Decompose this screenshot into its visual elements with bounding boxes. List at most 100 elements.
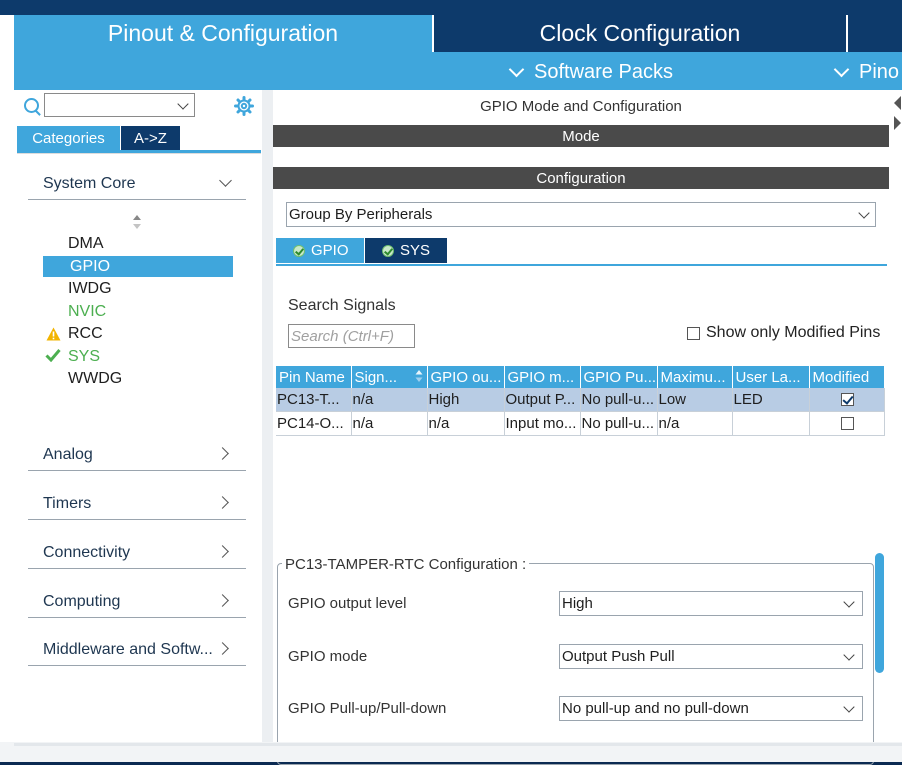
section-connectivity[interactable]: Connectivity (43, 544, 246, 562)
checkbox[interactable] (687, 326, 700, 340)
search-icon[interactable] (24, 98, 39, 113)
cell: Output P... (504, 388, 581, 412)
divider (28, 470, 246, 471)
cell: No pull-u... (580, 411, 658, 436)
peripheral-iwdg[interactable]: IWDG (68, 280, 112, 298)
chevron-down-icon (843, 596, 855, 608)
output-level-label: GPIO output level (288, 595, 407, 612)
peripheral-wwdg[interactable]: WWDG (68, 370, 122, 388)
section-timers[interactable]: Timers (43, 495, 246, 513)
tab-a-z[interactable]: A->Z (121, 126, 180, 150)
pinout-menu[interactable]: Pino (833, 61, 899, 84)
chevron-down-icon (843, 701, 855, 713)
modified-checkbox[interactable] (840, 393, 854, 406)
pin-config-title: PC13-TAMPER-RTC Configuration : (282, 556, 530, 573)
software-packs-menu[interactable]: Software Packs (508, 61, 673, 84)
col-user-label[interactable]: User La... (732, 366, 810, 388)
signals-table: Pin Name Sign... GPIO ou... GPIO m... GP… (276, 366, 885, 436)
tab-label: GPIO (311, 242, 349, 259)
divider (28, 199, 246, 200)
cell: n/a (351, 411, 428, 436)
tab-overflow[interactable] (848, 15, 902, 52)
splitter[interactable] (262, 90, 273, 742)
cell: Input mo... (504, 411, 581, 436)
categories-panel: Categories A->Z System Core DMA GPIO IWD… (14, 90, 262, 742)
cell: PC14-O... (276, 411, 352, 436)
group-by-select[interactable]: Group By Peripherals (286, 202, 876, 227)
output-level-select[interactable]: High (559, 591, 863, 616)
modified-checkbox[interactable] (840, 417, 854, 430)
chevron-down-icon (177, 98, 189, 110)
tab-gpio[interactable]: GPIO (276, 238, 364, 263)
chevron-down-icon (858, 207, 870, 219)
check-circle-icon (382, 244, 394, 257)
cell-modified (809, 411, 885, 436)
section-middleware[interactable]: Middleware and Softw... (43, 641, 246, 659)
horizontal-scrollbar[interactable] (14, 743, 902, 746)
section-analog[interactable]: Analog (43, 446, 246, 464)
configuration-bar[interactable]: Configuration (273, 167, 889, 189)
section-label: Middleware and Softw... (43, 641, 213, 658)
sub-menu-bar: Software Packs Pino (14, 52, 902, 90)
panel-title: GPIO Mode and Configuration (480, 98, 682, 115)
sort-icon (415, 370, 422, 382)
section-label: System Core (43, 175, 136, 192)
pull-select[interactable]: No pull-up and no pull-down (559, 696, 863, 721)
show-modified-toggle[interactable]: Show only Modified Pins (687, 324, 880, 342)
col-label: Sign... (354, 368, 398, 386)
section-system-core[interactable]: System Core (43, 175, 246, 193)
divider (28, 568, 246, 569)
section-label: Connectivity (43, 544, 131, 561)
search-signals-input[interactable]: Search (Ctrl+F) (288, 324, 415, 348)
peripheral-rcc[interactable]: RCC (68, 325, 103, 343)
mode-bar[interactable]: Mode (273, 125, 889, 147)
col-modified[interactable]: Modified (809, 366, 885, 388)
col-maximum[interactable]: Maximu... (657, 366, 733, 388)
peripheral-dma[interactable]: DMA (68, 235, 104, 253)
peripheral-nvic[interactable]: NVIC (68, 303, 106, 321)
gear-icon[interactable] (234, 96, 254, 116)
check-circle-icon (293, 244, 305, 257)
cell: n/a (351, 388, 428, 412)
cell: LED (732, 388, 810, 412)
section-label: Analog (43, 446, 93, 463)
tab-sys[interactable]: SYS (365, 238, 447, 263)
divider (28, 519, 246, 520)
tab-label: SYS (400, 242, 431, 259)
chevron-down-icon (833, 61, 850, 78)
software-packs-label: Software Packs (534, 61, 673, 83)
cell (732, 411, 810, 436)
tab-categories[interactable]: Categories (17, 126, 120, 150)
sort-icon[interactable] (132, 214, 142, 230)
table-row[interactable]: PC14-O... n/a n/a Input mo... No pull-u.… (276, 411, 885, 436)
section-label: Computing (43, 593, 121, 610)
col-gpio-pull[interactable]: GPIO Pu... (580, 366, 658, 388)
tab-underline (276, 264, 887, 266)
divider (28, 617, 246, 618)
panel-collapse-arrows-icon[interactable] (891, 94, 902, 134)
search-signals-label: Search Signals (288, 297, 396, 314)
tab-clock-configuration[interactable]: Clock Configuration (434, 15, 846, 52)
col-signal[interactable]: Sign... (351, 366, 428, 388)
tab-pinout-configuration[interactable]: Pinout & Configuration (14, 15, 432, 52)
table-row[interactable]: PC13-T... n/a High Output P... No pull-u… (276, 388, 885, 412)
section-label: Timers (43, 495, 92, 512)
section-computing[interactable]: Computing (43, 593, 246, 611)
scrollbar-thumb[interactable] (875, 553, 884, 673)
divider (28, 665, 246, 666)
check-icon (45, 349, 61, 362)
warning-icon (46, 327, 61, 341)
search-combo[interactable] (44, 93, 195, 117)
peripheral-sys[interactable]: SYS (68, 348, 100, 366)
peripheral-gpio[interactable]: GPIO (43, 256, 233, 277)
select-value: High (562, 595, 593, 612)
select-value: Output Push Pull (562, 648, 675, 665)
group-by-value: Group By Peripherals (289, 206, 433, 223)
gpio-mode-select[interactable]: Output Push Pull (559, 644, 863, 669)
chevron-down-icon (843, 649, 855, 661)
col-gpio-output[interactable]: GPIO ou... (427, 366, 505, 388)
col-gpio-mode[interactable]: GPIO m... (504, 366, 581, 388)
col-pin-name[interactable]: Pin Name (276, 366, 352, 388)
cell: High (427, 388, 505, 412)
cell-modified (809, 388, 885, 412)
